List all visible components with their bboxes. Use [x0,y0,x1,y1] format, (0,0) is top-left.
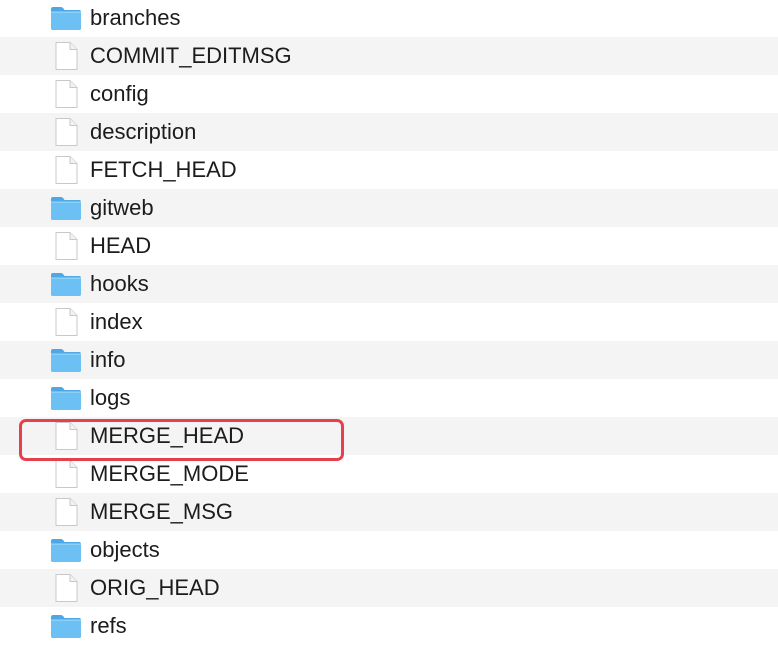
file-row[interactable]: config [0,75,778,113]
folder-icon [50,3,82,33]
item-name: MERGE_HEAD [90,423,245,448]
folder-row[interactable]: gitweb [0,189,778,227]
folder-row[interactable]: info [0,341,778,379]
folder-icon [50,383,82,413]
folder-row[interactable]: refs [0,607,778,645]
item-name: branches [90,5,181,30]
folder-row[interactable]: branches [0,0,778,37]
file-row[interactable]: FETCH_HEAD [0,151,778,189]
item-name: refs [90,613,127,638]
file-row[interactable]: index [0,303,778,341]
item-name: logs [90,385,131,410]
item-name: index [90,309,143,334]
item-name: description [90,119,197,144]
file-icon [50,117,82,147]
folder-icon [50,345,82,375]
file-icon [50,79,82,109]
file-icon [50,41,82,71]
item-name: objects [90,537,160,562]
file-icon [50,421,82,451]
item-name: config [90,81,149,106]
folder-row[interactable]: objects [0,531,778,569]
file-icon [50,497,82,527]
file-icon [50,155,82,185]
file-icon [50,231,82,261]
folder-row[interactable]: hooks [0,265,778,303]
file-icon [50,307,82,337]
file-row[interactable]: HEAD [0,227,778,265]
folder-icon [50,535,82,565]
file-icon [50,459,82,489]
file-row[interactable]: ORIG_HEAD [0,569,778,607]
item-name: MERGE_MODE [90,461,249,486]
folder-icon [50,193,82,223]
file-row[interactable]: description [0,113,778,151]
item-name: info [90,347,126,372]
item-name: COMMIT_EDITMSG [90,43,292,68]
file-icon [50,573,82,603]
folder-icon [50,611,82,641]
folder-row[interactable]: logs [0,379,778,417]
item-name: HEAD [90,233,152,258]
item-name: hooks [90,271,149,296]
item-name: MERGE_MSG [90,499,234,524]
folder-icon [50,269,82,299]
file-list: branches COMMIT_EDITMSGconfig description F… [0,0,778,646]
file-row[interactable]: COMMIT_EDITMSG [0,37,778,75]
item-name: FETCH_HEAD [90,157,237,182]
item-name: ORIG_HEAD [90,575,220,600]
item-name: gitweb [90,195,154,220]
file-row[interactable]: MERGE_MODE [0,455,778,493]
file-row[interactable]: MERGE_MSG [0,493,778,531]
file-row[interactable]: MERGE_HEAD [0,417,778,455]
